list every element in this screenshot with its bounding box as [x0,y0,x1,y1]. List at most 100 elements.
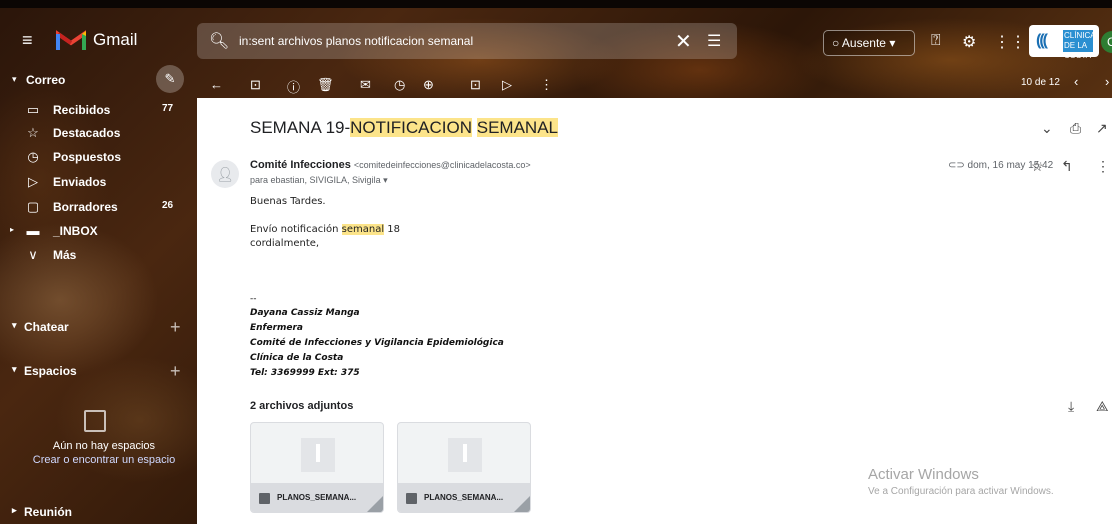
subject-highlight: SEMANAL [476,118,558,137]
email-greeting: Buenas Tardes. [250,196,326,207]
delete-icon[interactable]: 🗑︎ [317,77,334,93]
add-space-icon[interactable]: + [170,361,181,382]
sidebar-item-mas[interactable]: ∨ Más [0,243,196,267]
pagination-info: 10 de 12 [1021,77,1060,88]
label-icon: ▬ [26,223,40,238]
attachment-card[interactable]: PLANOS_SEMANA... [397,422,531,513]
reply-icon[interactable]: ↰ [1061,158,1073,175]
open-new-window-icon[interactable]: ↗ [1096,120,1108,137]
windows-activation-watermark: Activar Windows Ve a Configuración para … [868,466,1054,497]
sidebar-item-pospuestos[interactable]: ◷ Pospuestos [0,145,196,169]
search-icon[interactable]: 🔍︎ [209,31,229,51]
apps-grid-icon[interactable]: ⋮⋮ [994,32,1026,52]
older-chevron-icon[interactable]: › [1105,74,1109,89]
file-thumbnail-icon [448,438,482,472]
print-icon[interactable]: ⎙ [1070,120,1081,137]
main-menu-icon[interactable]: ≡ [22,31,42,49]
download-all-icon[interactable]: ⤓ [1068,398,1074,415]
clock-icon: ◷ [27,149,39,164]
draft-icon: ▢ [26,199,40,214]
signature-role: Enfermera [250,323,304,333]
attachment-icon: ⊂⊃ [948,160,965,171]
find-space-link[interactable]: Crear o encontrar un espacio [14,454,194,466]
status-dropdown[interactable]: ○ Ausente ▾ [823,30,915,56]
chat-section-label: Chatear [24,320,69,334]
settings-gear-icon[interactable]: ⚙ [962,32,976,52]
attachment-name: PLANOS_SEMANA... [277,493,357,502]
chevron-down-icon: ∨ [28,247,38,262]
draft-count: 26 [162,200,174,211]
spaces-section-label: Espacios [24,364,77,378]
status-indicator-icon: ○ [832,36,840,50]
expand-arrow-icon: ▸ [12,505,17,515]
sidebar-item-borradores[interactable]: ▢ Borradores 26 [0,195,196,219]
back-arrow-icon[interactable]: ← [210,77,223,92]
spaces-empty-state: Aún no hay espacios Crear o encontrar un… [14,440,194,466]
recipients: para ebastian, SIVIGILA, Sivigila [250,175,381,185]
chevron-down-icon: ▾ [889,36,896,50]
email-line: Envío notificación semanal 18 [250,224,400,235]
add-chat-icon[interactable]: + [170,317,181,338]
search-input[interactable]: in:sent archivos planos notificacion sem… [239,34,473,48]
line-text: 18 [384,224,401,235]
page-fold-icon [367,496,383,512]
star-icon[interactable]: ☆ [1031,158,1044,175]
snooze-icon[interactable]: ◷ [394,77,405,93]
recipients-dropdown-icon[interactable]: ▾ [383,175,388,185]
document-icon [406,493,417,504]
watermark-subtitle: Ve a Configuración para activar Windows. [868,486,1054,497]
clear-search-icon[interactable]: ✕ [675,29,692,54]
brand-text: CLÍNICA DE LA COSTA [1063,30,1096,60]
inbox-icon: ▭ [26,102,40,117]
sender-avatar[interactable]: 👤︎ [211,160,239,188]
window-top-strip [0,0,1112,8]
recipients-line[interactable]: para ebastian, SIVIGILA, Sivigila ▾ [250,175,388,186]
sender-line: Comité Infecciones <comitedeinfecciones@… [250,159,531,171]
search-bar[interactable]: 🔍︎ in:sent archivos planos notificacion … [197,23,737,59]
gmail-logo-icon[interactable] [56,28,86,57]
sidebar-item-recibidos[interactable]: ▭ Recibidos 77 [0,98,196,122]
move-to-icon[interactable]: ⊡ [470,77,481,93]
sidebar-item-label: Borradores [53,200,118,214]
star-icon: ☆ [27,125,39,140]
search-options-icon[interactable]: ☰ [707,31,721,51]
signature-phone: Tel: 3369999 Ext: 375 [250,368,360,378]
sidebar-item-label: Recibidos [53,103,111,117]
file-thumbnail-icon [301,438,335,472]
search-highlight: semanal [341,224,385,235]
attachment-card[interactable]: PLANOS_SEMANA... [250,422,384,513]
attachments-title: 2 archivos adjuntos [250,400,354,412]
sender-email: <comitedeinfecciones@clinicadelacosta.co… [353,160,531,170]
expand-all-icon[interactable]: ⌄ [1041,120,1053,137]
email-closing: cordialmente, [250,238,320,249]
mail-section-label: Correo [26,73,66,87]
spaces-empty-text: Aún no hay espacios [52,440,156,452]
add-to-tasks-icon[interactable]: ⊕ [423,77,434,93]
subject-prefix: SEMANA 19- [250,118,351,137]
sender-name[interactable]: Comité Infecciones [250,159,351,171]
compose-button[interactable]: ✎ [156,65,184,93]
watermark-title: Activar Windows [868,466,979,483]
organization-logo[interactable]: ((( CLÍNICA DE LA COSTA [1029,25,1099,60]
save-to-drive-icon[interactable]: ⟁ [1096,398,1109,415]
app-name: Gmail [93,30,138,49]
expand-arrow-icon[interactable]: ▸ [10,225,14,234]
collapse-arrow-icon: ▾ [12,364,17,374]
help-icon[interactable]: ⍰ [931,32,941,50]
sidebar-item-label: Enviados [53,175,107,189]
sidebar-item-destacados[interactable]: ☆ Destacados [0,121,196,145]
signature-name: Dayana Cassiz Manga [250,308,360,318]
label-icon[interactable]: ▷ [502,77,512,93]
sidebar-item-enviados[interactable]: ▷ Enviados [0,170,196,194]
mark-unread-icon[interactable]: ✉ [360,77,371,93]
spaces-empty-icon [84,410,106,432]
sidebar-item-inbox-label[interactable]: ▸ ▬ _INBOX [0,219,196,243]
status-label: Ausente [841,36,886,50]
more-vert-icon[interactable]: ⋮ [1096,158,1110,175]
report-spam-icon[interactable]: ⓘ [287,77,300,96]
sidebar-item-label: _INBOX [53,224,98,238]
newer-chevron-icon[interactable]: ‹ [1074,74,1078,89]
more-options-icon[interactable]: ⋮ [540,77,553,93]
archive-icon[interactable]: ⊡ [250,77,261,93]
email-view: SEMANA 19-NOTIFICACION SEMANAL ⌄ ⎙ ↗ 👤︎ … [197,98,1112,524]
